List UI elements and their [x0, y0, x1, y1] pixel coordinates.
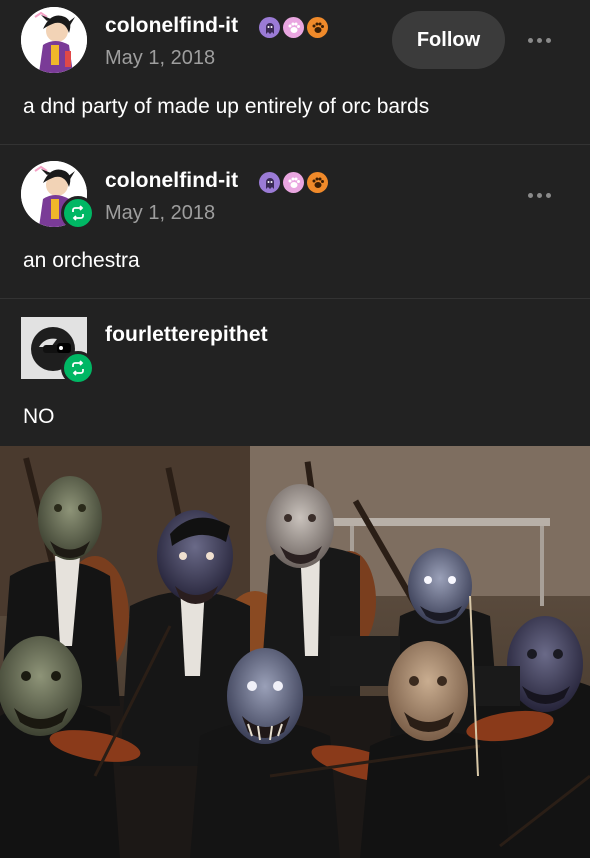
- post-body: NO: [23, 405, 55, 428]
- paw-badge-icon[interactable]: [307, 172, 328, 193]
- more-options-icon[interactable]: [528, 193, 551, 198]
- avatar[interactable]: [21, 7, 87, 73]
- username[interactable]: colonelfind-it: [105, 169, 238, 193]
- reblog-icon: [61, 351, 95, 385]
- ghost-badge-icon[interactable]: [259, 17, 280, 38]
- user-badges: [259, 172, 328, 193]
- more-options-icon[interactable]: [528, 38, 551, 43]
- post-image[interactable]: [0, 446, 590, 858]
- follow-button[interactable]: Follow: [392, 11, 505, 69]
- post-date[interactable]: May 1, 2018: [105, 47, 215, 70]
- post-original: colonelfind-it May 1, 2018 Follow a dnd …: [0, 0, 590, 145]
- post-reblog: fourletterepithet NO: [0, 299, 590, 446]
- paw-badge-icon[interactable]: [283, 17, 304, 38]
- paw-badge-icon[interactable]: [307, 17, 328, 38]
- post-body: a dnd party of made up entirely of orc b…: [23, 95, 430, 118]
- ghost-badge-icon[interactable]: [259, 172, 280, 193]
- music-stand: [470, 666, 520, 706]
- post-reblog: colonelfind-it May 1, 2018 an orchestra: [0, 145, 590, 298]
- user-badges: [259, 17, 328, 38]
- paw-badge-icon[interactable]: [283, 172, 304, 193]
- username[interactable]: colonelfind-it: [105, 14, 238, 38]
- username[interactable]: fourletterepithet: [105, 323, 268, 347]
- post-body: an orchestra: [23, 249, 140, 272]
- reblog-icon: [61, 196, 95, 230]
- post-date[interactable]: May 1, 2018: [105, 202, 215, 225]
